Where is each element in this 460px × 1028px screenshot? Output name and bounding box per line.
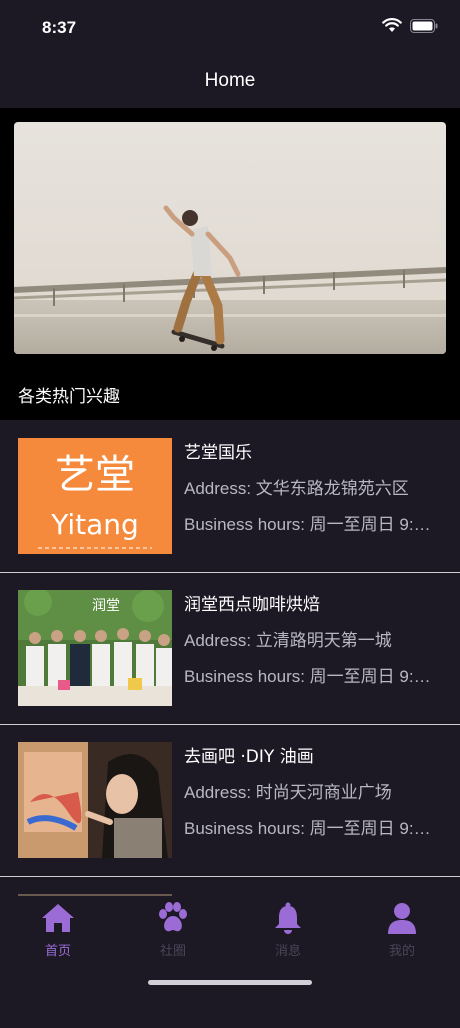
bell-icon (275, 902, 301, 934)
skateboarder-photo (14, 122, 446, 354)
venue-thumbnail: 艺堂 Yitang (18, 438, 172, 554)
tab-label: 社圈 (159, 944, 186, 959)
venue-address: Address: 时尚天河商业广场 (184, 783, 392, 802)
battery-icon (410, 18, 438, 33)
banner-image[interactable] (14, 122, 446, 354)
status-bar: 8:37 (0, 0, 460, 56)
bakery-team-photo: 润堂 (18, 590, 172, 706)
section-title: 各类热门兴趣 (18, 387, 120, 407)
status-icons (382, 18, 438, 33)
yitang-logo: 艺堂 Yitang (18, 438, 172, 554)
svg-text:润堂: 润堂 (92, 598, 120, 614)
home-icon (42, 904, 74, 932)
tab-home[interactable]: 首页 (18, 902, 98, 959)
tab-profile[interactable]: 我的 (362, 902, 442, 959)
painting-photo (18, 742, 172, 858)
page-title: Home (204, 70, 256, 91)
list-item[interactable]: 润堂 润堂西点咖啡烘焙 Address: 立清路明天第一城 Business h… (0, 572, 460, 725)
banner-section: 各类热门兴趣 (0, 108, 460, 420)
tab-messages[interactable]: 消息 (248, 902, 328, 959)
venue-name: 去画吧 ·DIY 油画 (184, 747, 314, 767)
paw-icon (159, 902, 187, 932)
venue-thumbnail (18, 742, 172, 858)
tab-label: 我的 (388, 944, 415, 959)
venue-address: Address: 文华东路龙锦苑六区 (184, 479, 409, 498)
venue-hours: Business hours: 周一至周日 9:00-21:00 (184, 515, 440, 534)
user-icon (388, 903, 416, 934)
wifi-icon (382, 18, 402, 32)
navigation-bar: Home (0, 56, 460, 108)
tab-label: 首页 (44, 944, 71, 959)
venue-hours: Business hours: 周一至周日 9:00-21:00 (184, 819, 440, 838)
status-time: 8:37 (42, 18, 77, 37)
tab-community[interactable]: 社圈 (133, 902, 213, 959)
list-item[interactable]: 去画吧 ·DIY 油画 Address: 时尚天河商业广场 Business h… (0, 724, 460, 877)
venue-hours: Business hours: 周一至周日 9:00-21:00 (184, 667, 440, 686)
tab-label: 消息 (274, 944, 301, 959)
svg-text:艺堂: 艺堂 (55, 452, 135, 498)
venue-name: 艺堂国乐 (184, 443, 252, 463)
venue-thumbnail: 润堂 (18, 590, 172, 706)
venue-address: Address: 立清路明天第一城 (184, 631, 392, 650)
home-indicator[interactable] (148, 980, 312, 985)
svg-text:Yitang: Yitang (50, 508, 139, 541)
venue-name: 润堂西点咖啡烘焙 (184, 595, 320, 615)
list-item[interactable]: 艺堂 Yitang 艺堂国乐 Address: 文华东路龙锦苑六区 Busine… (0, 420, 460, 573)
